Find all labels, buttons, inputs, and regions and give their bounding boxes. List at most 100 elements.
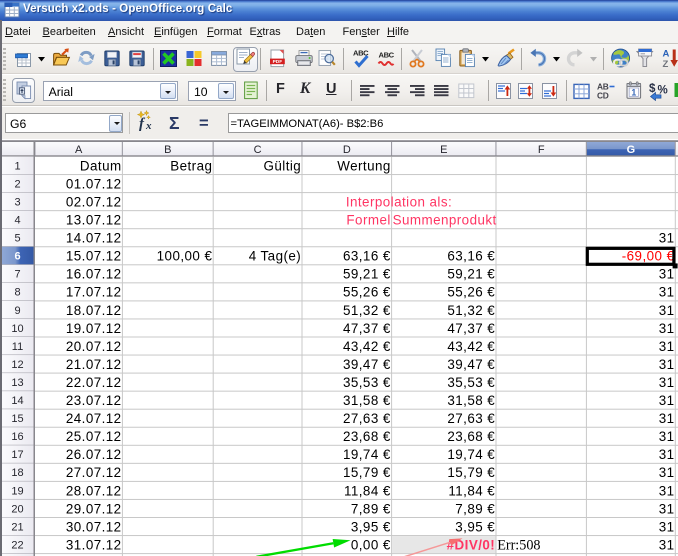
svg-text:Σ: Σ <box>169 113 180 133</box>
svg-text:f: f <box>139 116 146 132</box>
svg-text:28.07.12: 28.07.12 <box>66 483 122 498</box>
svg-text:Summenprodukt: Summenprodukt <box>393 213 497 228</box>
svg-text:29.07.12: 29.07.12 <box>66 501 122 516</box>
svg-text:Betrag: Betrag <box>170 158 212 173</box>
svg-text:21.07.12: 21.07.12 <box>66 357 122 372</box>
svg-text:35,53 €: 35,53 € <box>447 375 495 390</box>
svg-text:63,16 €: 63,16 € <box>343 249 391 264</box>
svg-text:31: 31 <box>659 393 675 408</box>
svg-text:3: 3 <box>14 196 20 208</box>
svg-text:35,53 €: 35,53 € <box>343 375 391 390</box>
svg-text:01.07.12: 01.07.12 <box>66 176 122 191</box>
svg-text:15: 15 <box>11 413 23 425</box>
svg-text:19.07.12: 19.07.12 <box>66 321 122 336</box>
svg-text:CD: CD <box>597 91 609 101</box>
svg-text:31: 31 <box>659 231 675 246</box>
svg-text:22: 22 <box>11 539 23 551</box>
svg-text:11,84 €: 11,84 € <box>448 483 495 498</box>
svg-text:6: 6 <box>14 251 20 263</box>
svg-text:31: 31 <box>659 285 675 300</box>
svg-text:19,74 €: 19,74 € <box>447 447 495 462</box>
svg-text:63,16 €: 63,16 € <box>447 249 495 264</box>
svg-text:31: 31 <box>659 411 675 426</box>
svg-text:4: 4 <box>14 215 20 227</box>
svg-text:3,95 €: 3,95 € <box>455 519 495 534</box>
svg-text:47,37 €: 47,37 € <box>447 321 495 336</box>
svg-text:20.07.12: 20.07.12 <box>66 339 122 354</box>
svg-text:100,00 €: 100,00 € <box>157 249 213 264</box>
svg-text:15,79 €: 15,79 € <box>447 465 495 480</box>
svg-text:27,63 €: 27,63 € <box>447 411 495 426</box>
svg-text:20: 20 <box>11 503 23 515</box>
svg-text:10: 10 <box>11 323 23 335</box>
svg-text:F: F <box>538 144 545 156</box>
svg-text:7: 7 <box>14 269 20 281</box>
svg-text:31: 31 <box>659 429 675 444</box>
svg-text:59,21 €: 59,21 € <box>447 267 495 282</box>
svg-text:31: 31 <box>659 357 675 372</box>
svg-text:PDF: PDF <box>273 59 283 65</box>
svg-text:Formel: Formel <box>346 213 390 228</box>
svg-text:5: 5 <box>14 233 20 245</box>
svg-text:13.07.12: 13.07.12 <box>66 213 122 228</box>
svg-text:39,47 €: 39,47 € <box>343 357 391 372</box>
svg-text:0,00 €: 0,00 € <box>351 537 391 552</box>
svg-text:11,84 €: 11,84 € <box>344 483 391 498</box>
svg-text:1: 1 <box>14 160 20 172</box>
svg-text:x: x <box>145 120 152 132</box>
svg-text:Gültig: Gültig <box>264 158 302 173</box>
svg-text:16.07.12: 16.07.12 <box>66 267 122 282</box>
svg-text:Err:508: Err:508 <box>497 537 540 553</box>
svg-text:7,89 €: 7,89 € <box>351 501 391 516</box>
svg-text:19,74 €: 19,74 € <box>343 447 391 462</box>
svg-text:31: 31 <box>659 465 675 480</box>
svg-text:8: 8 <box>14 287 20 299</box>
svg-text:51,32 €: 51,32 € <box>447 303 495 318</box>
svg-text:31,58 €: 31,58 € <box>447 393 495 408</box>
svg-text:31: 31 <box>659 537 675 552</box>
svg-text:27,63 €: 27,63 € <box>343 411 391 426</box>
svg-text:31: 31 <box>659 483 675 498</box>
svg-text:31: 31 <box>659 321 675 336</box>
svg-text:11: 11 <box>12 341 23 353</box>
svg-text:C: C <box>254 144 262 156</box>
svg-text:27.07.12: 27.07.12 <box>66 465 122 480</box>
svg-text:Wertung: Wertung <box>337 158 391 173</box>
svg-text:ABC: ABC <box>378 51 394 60</box>
svg-text:55,26 €: 55,26 € <box>447 285 495 300</box>
svg-text:15.07.12: 15.07.12 <box>66 249 122 264</box>
svg-text:E: E <box>440 144 447 156</box>
svg-text:17.07.12: 17.07.12 <box>66 285 122 300</box>
svg-text:31: 31 <box>659 501 675 516</box>
svg-text:3,95 €: 3,95 € <box>351 519 391 534</box>
svg-text:G: G <box>627 144 636 156</box>
svg-text:15,79 €: 15,79 € <box>343 465 391 480</box>
svg-text:D: D <box>343 144 351 156</box>
svg-text:2: 2 <box>14 178 20 190</box>
svg-text:31: 31 <box>659 447 675 462</box>
svg-text:59,21 €: 59,21 € <box>343 267 391 282</box>
svg-text:39,47 €: 39,47 € <box>447 357 495 372</box>
svg-text:43,42 €: 43,42 € <box>343 339 391 354</box>
svg-text:31,58 €: 31,58 € <box>343 393 391 408</box>
svg-text:Datum: Datum <box>80 158 122 173</box>
svg-text:12: 12 <box>11 359 23 371</box>
svg-text:51,32 €: 51,32 € <box>343 303 391 318</box>
svg-text:1: 1 <box>631 87 636 97</box>
svg-text:31: 31 <box>659 339 675 354</box>
svg-text:4 Tag(e): 4 Tag(e) <box>249 249 301 264</box>
svg-text:A: A <box>663 49 670 60</box>
svg-text:23,68 €: 23,68 € <box>447 429 495 444</box>
svg-text:23.07.12: 23.07.12 <box>66 393 122 408</box>
svg-text:14: 14 <box>11 395 23 407</box>
svg-text:Interpolation als:: Interpolation als: <box>346 194 452 209</box>
svg-text:18.07.12: 18.07.12 <box>66 303 122 318</box>
svg-text:13: 13 <box>11 377 23 389</box>
svg-text:B: B <box>164 144 171 156</box>
svg-text:24.07.12: 24.07.12 <box>66 411 122 426</box>
svg-text:16: 16 <box>11 431 23 443</box>
svg-text:A: A <box>75 144 83 156</box>
svg-text:-69,00 €: -69,00 € <box>622 249 675 264</box>
svg-text:7,89 €: 7,89 € <box>455 501 495 516</box>
svg-text:31.07.12: 31.07.12 <box>66 537 122 552</box>
